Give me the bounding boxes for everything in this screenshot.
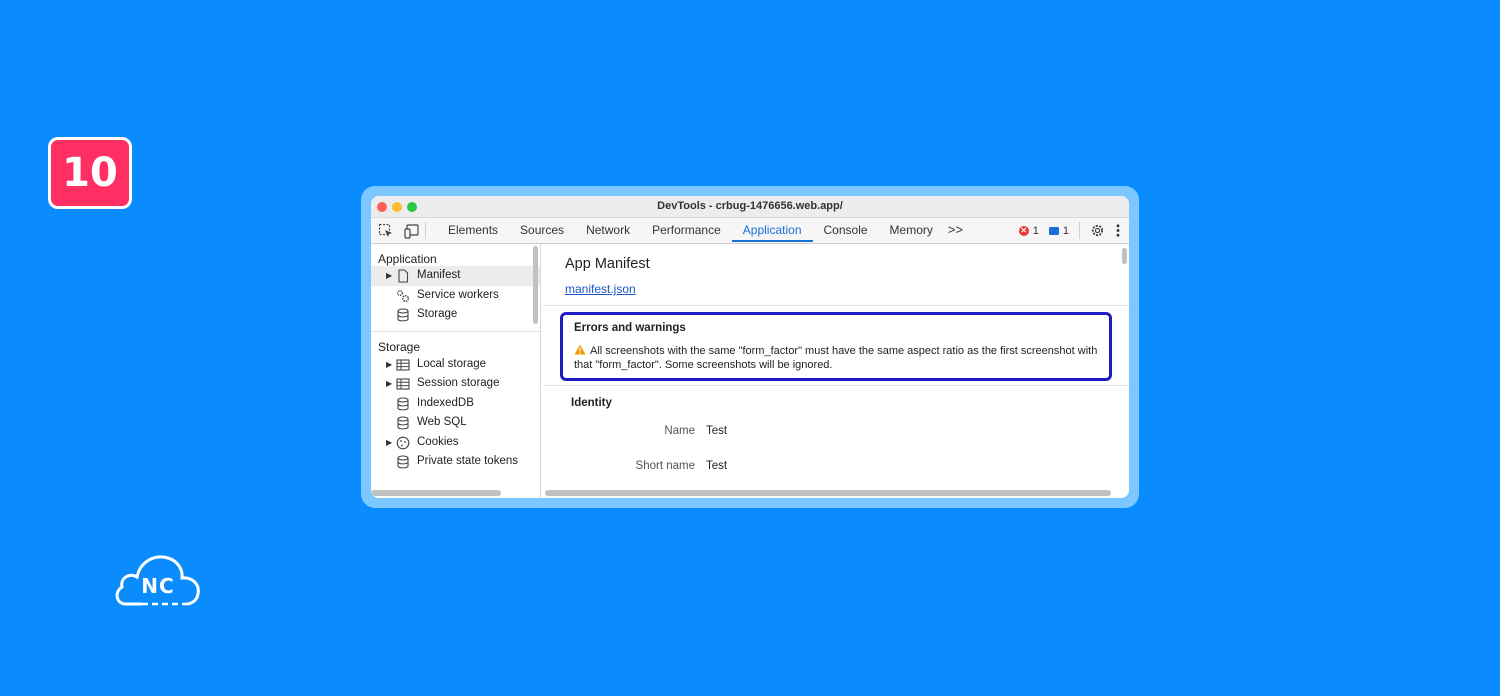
sidebar-item-label: Manifest: [417, 269, 461, 281]
sidebar-item-session-storage[interactable]: ▶ Session storage: [371, 374, 540, 394]
devtools-window: DevTools - crbug-1476656.web.app/ Elemen…: [371, 196, 1129, 498]
main-vertical-scrollbar[interactable]: [1122, 248, 1127, 264]
sidebar-section-storage: Storage: [378, 339, 421, 354]
sidebar-item-manifest[interactable]: ▶ Manifest: [371, 266, 540, 286]
step-number-badge: 10: [48, 137, 132, 209]
warning-text: All screenshots with the same "form_fact…: [574, 345, 1098, 371]
sidebar-horizontal-scrollbar[interactable]: [371, 490, 501, 496]
sidebar-item-web-sql[interactable]: Web SQL: [371, 413, 540, 433]
name-value: Test: [706, 425, 728, 437]
tab-application[interactable]: Application: [731, 218, 813, 242]
sidebar-divider: [371, 330, 540, 332]
kebab-menu-icon[interactable]: [1115, 223, 1121, 238]
identity-heading: Identity: [571, 397, 612, 409]
manifest-link[interactable]: manifest.json: [565, 282, 636, 296]
sidebar-section-application: Application: [378, 252, 437, 266]
sidebar-item-service-workers[interactable]: Service workers: [371, 286, 540, 306]
toolbar-separator-right: [1079, 222, 1080, 239]
database-icon: [397, 308, 409, 322]
short-name-value: Test: [706, 460, 728, 472]
device-toolbar-icon[interactable]: [404, 223, 420, 239]
sidebar-item-label: Web SQL: [417, 416, 467, 428]
sidebar-item-label: Local storage: [417, 357, 487, 370]
message-icon: [1048, 226, 1059, 235]
sidebar-item-private-state-tokens[interactable]: Private state tokens: [371, 452, 540, 472]
name-label: Name: [664, 425, 695, 437]
gear-icon[interactable]: [1090, 223, 1105, 238]
table-icon: [396, 358, 410, 371]
nc-cloud-logo: NC: [112, 550, 204, 610]
tab-performance[interactable]: Performance: [641, 218, 732, 242]
toolbar-separator: [425, 222, 426, 239]
expand-arrow-icon[interactable]: ▶: [386, 374, 392, 394]
sidebar-item-label: Session storage: [417, 377, 500, 389]
sidebar-vertical-scrollbar[interactable]: [533, 246, 538, 324]
tab-memory[interactable]: Memory: [879, 218, 944, 242]
message-counter[interactable]: 1: [1048, 224, 1069, 237]
error-counter[interactable]: ✕ 1: [1018, 224, 1039, 237]
database-icon: [397, 396, 409, 410]
sidebar-item-storage[interactable]: Storage: [371, 305, 540, 325]
sidebar-item-label: Storage: [417, 308, 458, 320]
tab-network[interactable]: Network: [575, 218, 641, 242]
toolbar-right: ✕ 1 1: [1018, 218, 1121, 243]
tab-console[interactable]: Console: [813, 218, 879, 242]
sidebar-item-label: Cookies: [417, 435, 459, 448]
expand-arrow-icon[interactable]: ▶: [386, 355, 392, 375]
main-horizontal-scrollbar[interactable]: [545, 490, 1111, 496]
devtools-toolbar: Elements Sources Network Performance App…: [371, 218, 1129, 244]
table-icon: [396, 378, 410, 390]
panel-tabs: Elements Sources Network Performance App…: [437, 218, 967, 243]
errors-heading: Errors and warnings: [574, 322, 686, 334]
error-count: 1: [1032, 224, 1039, 237]
screenshot-frame: DevTools - crbug-1476656.web.app/ Elemen…: [361, 186, 1139, 508]
more-tabs-chevron-icon[interactable]: >>: [944, 218, 967, 242]
short-name-label: Short name: [635, 460, 695, 472]
sidebar-item-label: IndexedDB: [417, 396, 474, 409]
warning-message: All screenshots with the same "form_fact…: [574, 344, 1112, 372]
gears-icon: [397, 289, 410, 302]
sidebar-item-label: Service workers: [417, 288, 499, 301]
manifest-panel: App Manifest manifest.json Errors and wa…: [543, 244, 1129, 498]
message-count: 1: [1062, 224, 1069, 237]
expand-arrow-icon[interactable]: ▶: [386, 266, 392, 286]
section-divider: [543, 385, 1129, 386]
sidebar-item-indexeddb[interactable]: IndexedDB: [371, 394, 540, 414]
tab-sources[interactable]: Sources: [509, 218, 575, 242]
title-bar: DevTools - crbug-1476656.web.app/: [371, 196, 1129, 218]
database-icon: [397, 416, 409, 430]
section-divider: [543, 305, 1129, 306]
error-icon: ✕: [1018, 225, 1029, 236]
cookie-icon: [396, 436, 410, 449]
logo-text: NC: [141, 574, 175, 598]
errors-and-warnings-section: Errors and warnings All screenshots with…: [560, 312, 1112, 381]
database-icon: [397, 455, 409, 469]
tab-elements[interactable]: Elements: [437, 218, 509, 242]
sidebar-item-local-storage[interactable]: ▶ Local storage: [371, 355, 540, 375]
inspect-element-icon[interactable]: [378, 223, 394, 239]
application-sidebar: Application ▶ Manifest Service workers S…: [371, 244, 541, 498]
sidebar-item-label: Private state tokens: [417, 455, 518, 467]
sidebar-item-cookies[interactable]: ▶ Cookies: [371, 433, 540, 453]
page-title: App Manifest: [565, 256, 650, 272]
file-icon: [398, 269, 409, 283]
expand-arrow-icon[interactable]: ▶: [386, 433, 392, 453]
window-title: DevTools - crbug-1476656.web.app/: [657, 200, 843, 212]
warning-icon: [574, 344, 586, 355]
